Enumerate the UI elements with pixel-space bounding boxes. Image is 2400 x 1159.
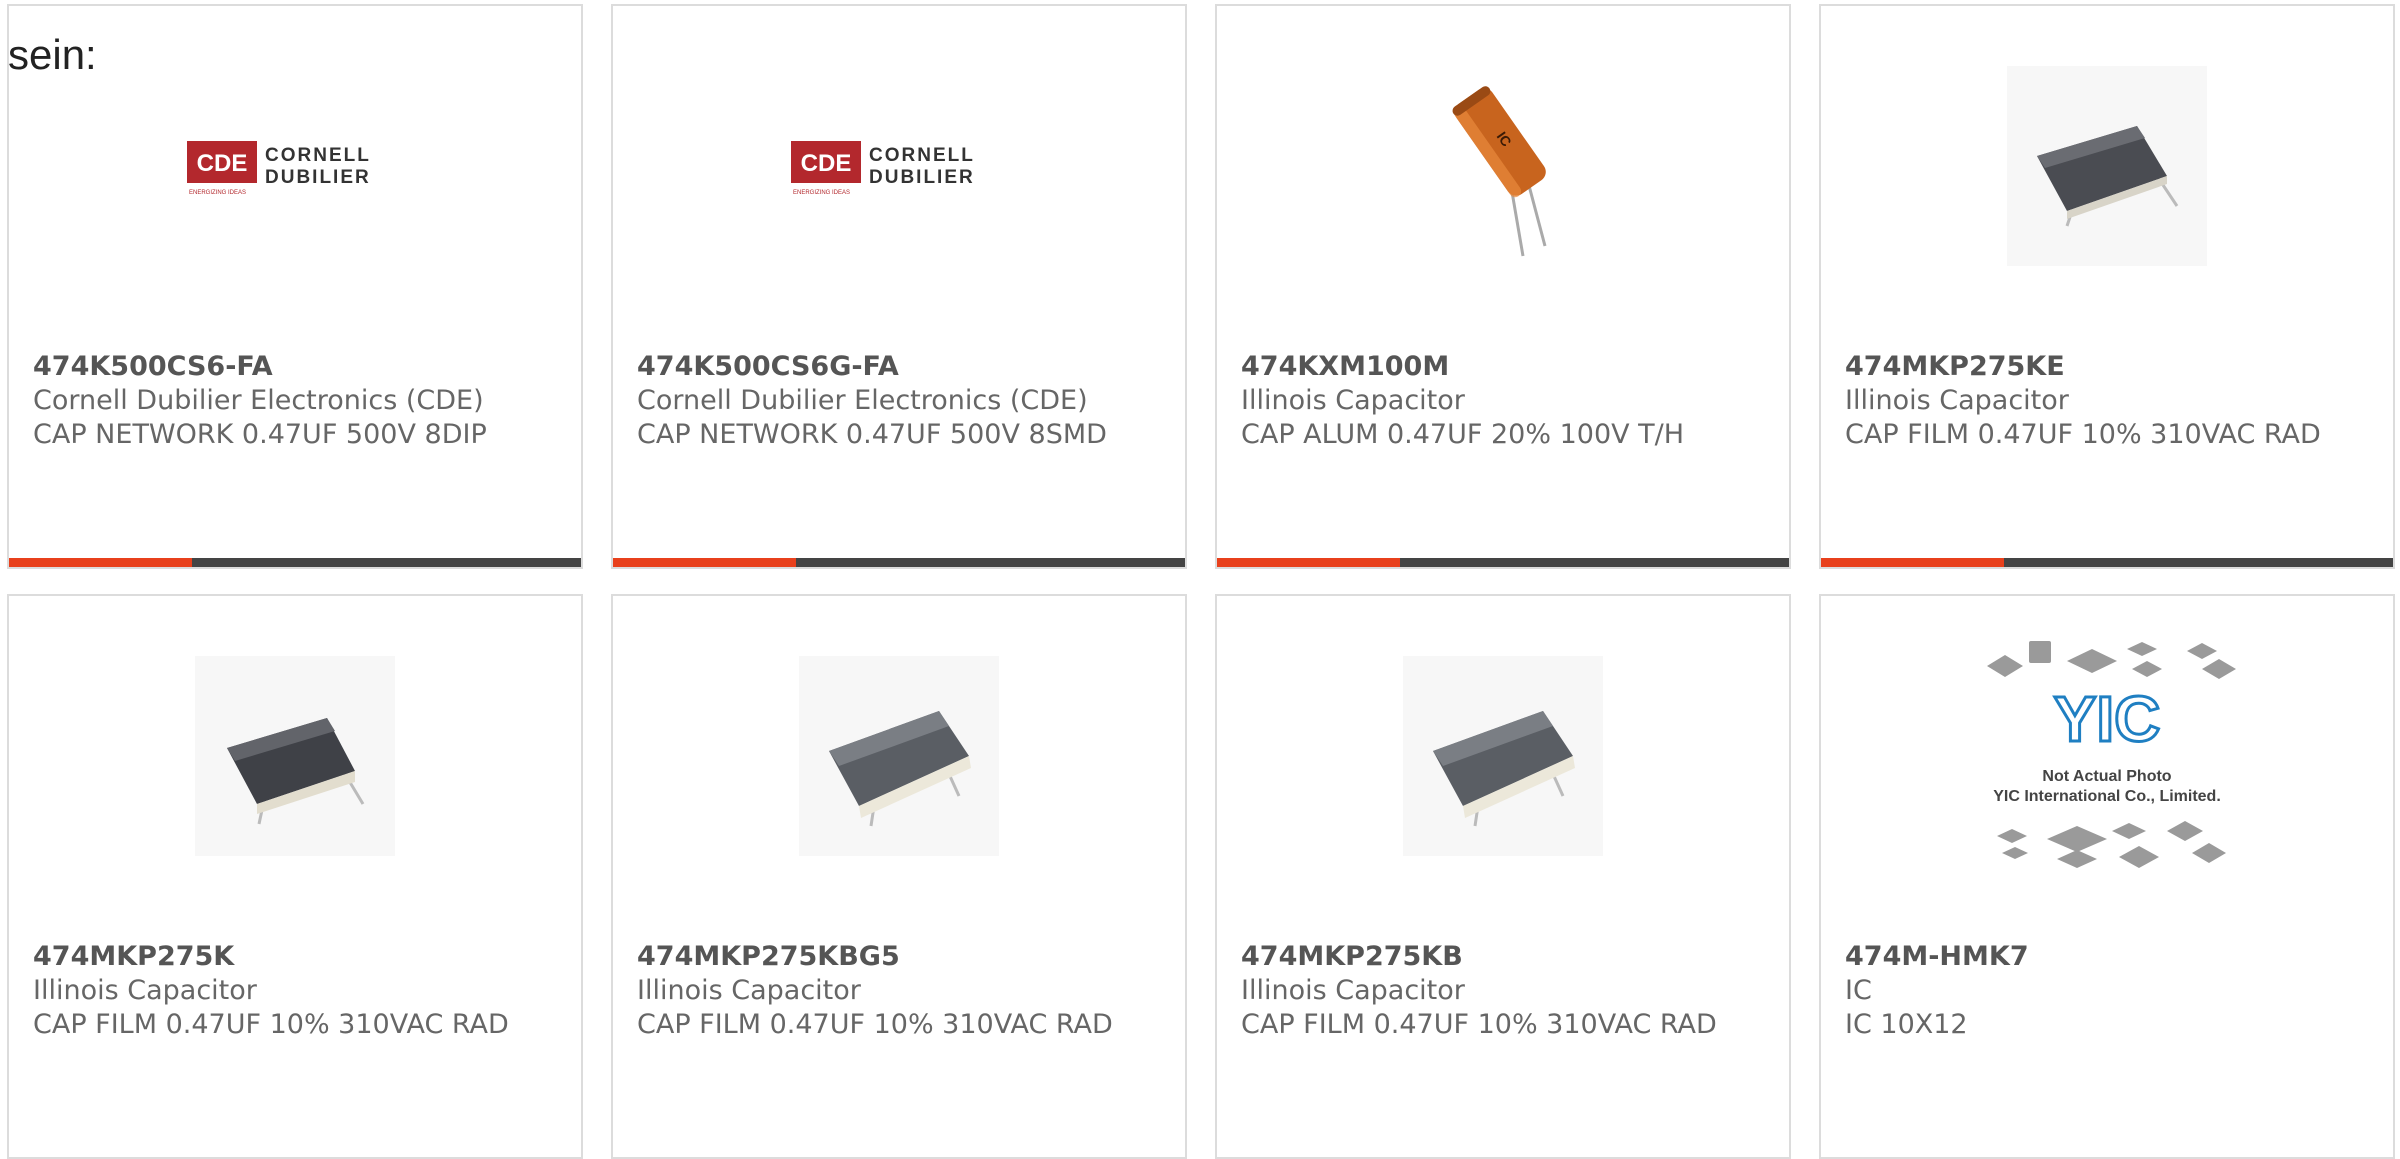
description: CAP NETWORK 0.47UF 500V 8SMD <box>637 419 1107 450</box>
manufacturer: Illinois Capacitor <box>1845 385 2069 416</box>
product-card[interactable]: IC 474KXM100M Illinois Capacitor CAP ALU… <box>1215 4 1791 569</box>
card-accent-bar <box>9 558 581 567</box>
product-card[interactable]: YIC Not Actual Photo YIC International C… <box>1819 594 2395 1159</box>
manufacturer: Illinois Capacitor <box>33 975 257 1006</box>
svg-text:Not Actual Photo: Not Actual Photo <box>2042 768 2171 785</box>
product-info: 474K500CS6-FA Cornell Dubilier Electroni… <box>33 350 565 452</box>
svg-text:ENERGIZING IDEAS: ENERGIZING IDEAS <box>793 190 850 196</box>
card-accent-bar <box>613 558 1185 567</box>
product-image: CDE CORNELL DUBILIER ENERGIZING IDEAS <box>9 46 581 286</box>
product-image <box>1217 636 1789 876</box>
svg-text:DUBILIER: DUBILIER <box>869 167 975 188</box>
film-capacitor-icon <box>195 656 395 856</box>
manufacturer: IC <box>1845 975 1872 1006</box>
product-image <box>9 636 581 876</box>
card-accent-bar <box>1217 558 1789 567</box>
description: CAP FILM 0.47UF 10% 310VAC RAD <box>1845 419 2321 450</box>
product-image <box>613 636 1185 876</box>
svg-text:CDE: CDE <box>801 150 852 177</box>
product-info: 474MKP275KB Illinois Capacitor CAP FILM … <box>1241 940 1773 1042</box>
cde-logo-icon: CDE CORNELL DUBILIER ENERGIZING IDEAS <box>187 141 371 196</box>
film-capacitor-icon <box>1403 656 1603 856</box>
manufacturer: Cornell Dubilier Electronics (CDE) <box>637 385 1088 416</box>
manufacturer: Illinois Capacitor <box>637 975 861 1006</box>
part-number[interactable]: 474MKP275K <box>33 940 565 974</box>
product-info: 474M-HMK7 IC IC 10X12 <box>1845 940 2377 1042</box>
svg-text:CORNELL: CORNELL <box>869 145 975 166</box>
description: CAP FILM 0.47UF 10% 310VAC RAD <box>33 1009 509 1040</box>
manufacturer: Cornell Dubilier Electronics (CDE) <box>33 385 484 416</box>
description: CAP NETWORK 0.47UF 500V 8DIP <box>33 419 487 450</box>
product-card[interactable]: CDE CORNELL DUBILIER ENERGIZING IDEAS 47… <box>611 4 1187 569</box>
card-accent-bar <box>1821 558 2393 567</box>
svg-text:DUBILIER: DUBILIER <box>265 167 371 188</box>
film-capacitor-icon <box>2007 66 2207 266</box>
product-card[interactable]: CDE CORNELL DUBILIER ENERGIZING IDEAS 47… <box>7 4 583 569</box>
electrolytic-capacitor-icon: IC <box>1452 86 1547 257</box>
product-info: 474MKP275KE Illinois Capacitor CAP FILM … <box>1845 350 2377 452</box>
svg-text:YIC International Co., Limited: YIC International Co., Limited. <box>1993 788 2221 805</box>
intro-text: sein: <box>8 31 97 78</box>
product-card[interactable]: 474MKP275KE Illinois Capacitor CAP FILM … <box>1819 4 2395 569</box>
part-number[interactable]: 474KXM100M <box>1241 350 1773 384</box>
product-card[interactable]: 474MKP275KBG5 Illinois Capacitor CAP FIL… <box>611 594 1187 1159</box>
part-number[interactable]: 474M-HMK7 <box>1845 940 2377 974</box>
description: CAP FILM 0.47UF 10% 310VAC RAD <box>1241 1009 1717 1040</box>
svg-text:YIC: YIC <box>2054 683 2161 755</box>
manufacturer: Illinois Capacitor <box>1241 975 1465 1006</box>
svg-text:CDE: CDE <box>197 150 248 177</box>
product-grid: CDE CORNELL DUBILIER ENERGIZING IDEAS 47… <box>0 0 2400 1159</box>
chip-placeholder-icon: YIC Not Actual Photo YIC International C… <box>1987 641 2236 868</box>
product-card[interactable]: 474MKP275K Illinois Capacitor CAP FILM 0… <box>7 594 583 1159</box>
part-number[interactable]: 474MKP275KB <box>1241 940 1773 974</box>
product-image: YIC Not Actual Photo YIC International C… <box>1821 636 2393 876</box>
manufacturer: Illinois Capacitor <box>1241 385 1465 416</box>
description: CAP FILM 0.47UF 10% 310VAC RAD <box>637 1009 1113 1040</box>
product-info: 474KXM100M Illinois Capacitor CAP ALUM 0… <box>1241 350 1773 452</box>
product-image: IC <box>1217 46 1789 286</box>
part-number[interactable]: 474K500CS6G-FA <box>637 350 1169 384</box>
film-capacitor-icon <box>799 656 999 856</box>
part-number[interactable]: 474MKP275KBG5 <box>637 940 1169 974</box>
part-number[interactable]: 474MKP275KE <box>1845 350 2377 384</box>
product-image: CDE CORNELL DUBILIER ENERGIZING IDEAS <box>613 46 1185 286</box>
product-info: 474MKP275K Illinois Capacitor CAP FILM 0… <box>33 940 565 1042</box>
product-image <box>1821 46 2393 286</box>
description: IC 10X12 <box>1845 1009 1968 1040</box>
svg-text:ENERGIZING IDEAS: ENERGIZING IDEAS <box>189 190 246 196</box>
product-info: 474K500CS6G-FA Cornell Dubilier Electron… <box>637 350 1169 452</box>
product-card[interactable]: 474MKP275KB Illinois Capacitor CAP FILM … <box>1215 594 1791 1159</box>
svg-text:CORNELL: CORNELL <box>265 145 371 166</box>
product-info: 474MKP275KBG5 Illinois Capacitor CAP FIL… <box>637 940 1169 1042</box>
part-number[interactable]: 474K500CS6-FA <box>33 350 565 384</box>
description: CAP ALUM 0.47UF 20% 100V T/H <box>1241 419 1685 450</box>
cde-logo-icon: CDE CORNELL DUBILIER ENERGIZING IDEAS <box>791 141 975 196</box>
